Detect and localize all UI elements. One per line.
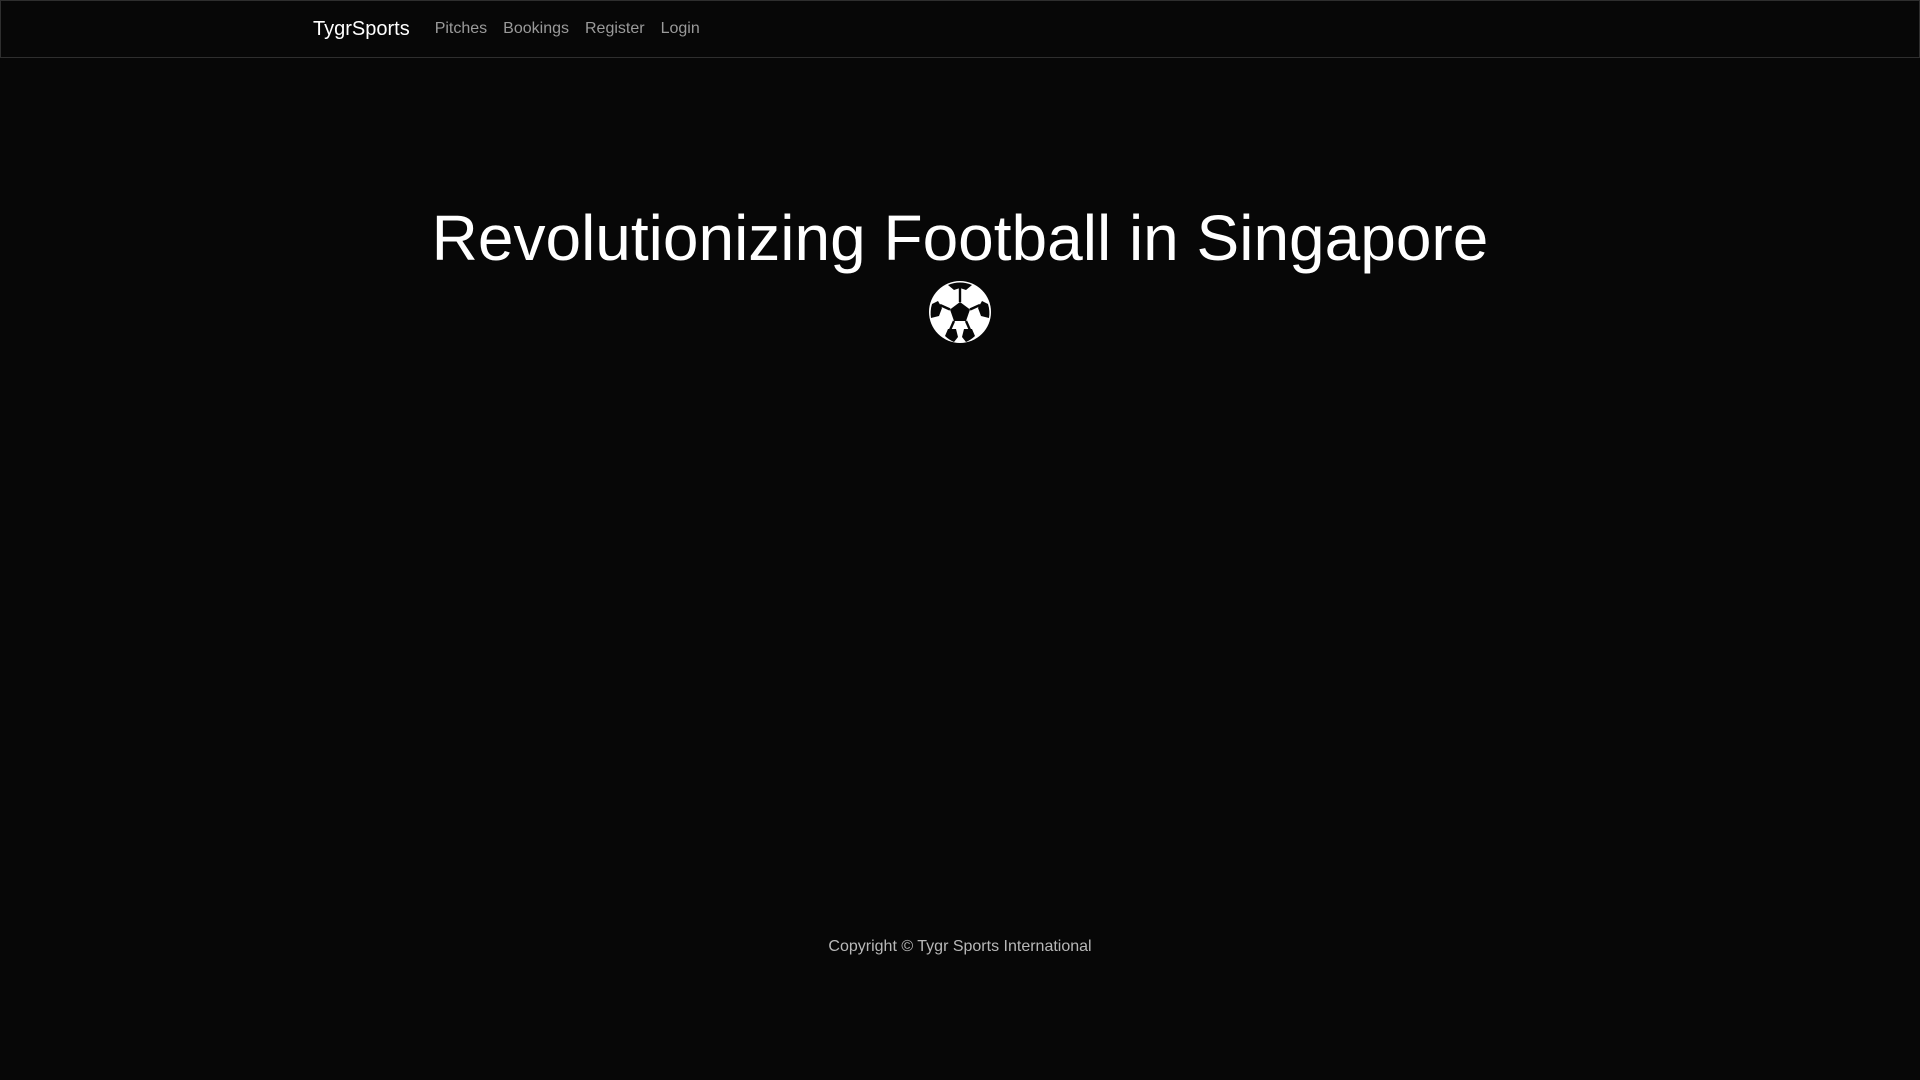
copyright-text: Copyright © Tygr Sports International: [828, 938, 1092, 955]
brand-link[interactable]: TygrSports: [313, 18, 410, 41]
hero-icon-wrap: [0, 280, 1920, 344]
footer: Copyright © Tygr Sports International: [0, 938, 1920, 956]
soccer-ball-icon: [929, 281, 991, 343]
navbar: TygrSports Pitches Bookings Register Log…: [0, 0, 1920, 58]
nav-link-pitches[interactable]: Pitches: [435, 20, 487, 38]
nav-link-login[interactable]: Login: [661, 20, 700, 38]
hero-section: Revolutionizing Football in Singapore: [0, 200, 1920, 344]
nav-link-register[interactable]: Register: [585, 20, 645, 38]
hero-title: Revolutionizing Football in Singapore: [431, 202, 1489, 274]
navbar-content: TygrSports Pitches Bookings Register Log…: [313, 1, 716, 57]
nav-link-bookings[interactable]: Bookings: [503, 20, 569, 38]
